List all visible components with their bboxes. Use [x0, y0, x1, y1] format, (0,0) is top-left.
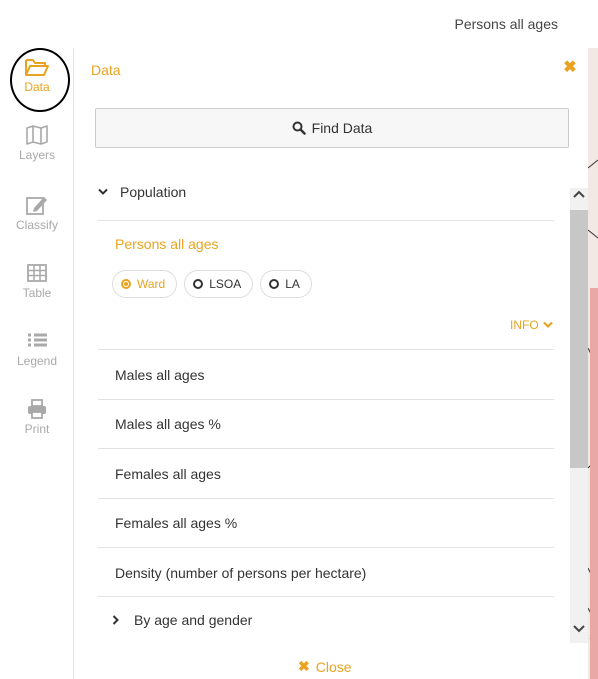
search-icon — [292, 121, 306, 135]
indicator-item[interactable]: Females all ages % — [115, 515, 237, 531]
edit-icon — [26, 197, 47, 215]
rail-label-print: Print — [24, 422, 50, 436]
data-panel: Data ✖ Find Data Population Persons all … — [74, 48, 588, 679]
rail-item-legend[interactable]: Legend — [0, 324, 74, 384]
section-label: Population — [120, 184, 187, 200]
rail-label-table: Table — [22, 286, 52, 300]
divider — [98, 399, 554, 400]
indicator-item[interactable]: Females all ages — [115, 466, 221, 482]
indicator-item[interactable]: Density (number of persons per hectare) — [115, 565, 366, 581]
map-icon — [26, 125, 48, 145]
chevron-down-icon — [98, 188, 108, 195]
geo-option-ward[interactable]: Ward — [112, 270, 178, 298]
geo-option-lsoa[interactable]: LSOA — [184, 270, 254, 298]
rail-item-table[interactable]: Table — [0, 256, 74, 316]
subsection-label: By age and gender — [134, 612, 253, 628]
indicator-item[interactable]: Males all ages % — [115, 416, 221, 432]
close-button[interactable]: ✖ Close — [298, 658, 352, 675]
indicator-list: Population Persons all ages Ward LSOA LA… — [74, 172, 570, 642]
rail-item-classify[interactable]: Classify — [0, 188, 74, 248]
scrollbar[interactable] — [570, 188, 588, 643]
radio-icon — [193, 279, 204, 289]
close-label: Close — [315, 658, 352, 675]
close-icon[interactable]: ✖ — [562, 60, 578, 76]
geo-label: LA — [285, 277, 300, 291]
info-toggle[interactable]: INFO — [510, 318, 553, 332]
geo-option-la[interactable]: LA — [260, 270, 312, 298]
indicator-item[interactable]: Males all ages — [115, 367, 205, 383]
divider — [98, 498, 554, 499]
rail-label-classify: Classify — [15, 218, 58, 232]
rail-label-data: Data — [24, 80, 50, 94]
subsection-age-gender[interactable]: By age and gender — [112, 612, 252, 628]
divider — [98, 448, 554, 449]
rail-item-print[interactable]: Print — [0, 392, 74, 452]
divider — [98, 547, 554, 548]
rail-label-layers: Layers — [18, 148, 56, 162]
chevron-down-icon — [542, 321, 553, 329]
find-data-label: Find Data — [311, 120, 373, 136]
rail-item-data[interactable]: Data — [0, 50, 74, 110]
map-area[interactable] — [588, 48, 598, 679]
find-data-button[interactable]: Find Data — [95, 108, 569, 148]
geography-options: Ward LSOA LA — [112, 270, 312, 298]
rail-item-layers[interactable]: Layers — [0, 118, 74, 178]
divider — [98, 220, 554, 221]
selected-indicator[interactable]: Persons all ages — [115, 236, 219, 252]
close-icon: ✖ — [298, 658, 310, 674]
panel-header: Data ✖ — [74, 48, 588, 88]
divider — [98, 349, 554, 350]
radio-icon — [269, 279, 280, 289]
scroll-up-icon[interactable] — [570, 188, 588, 208]
side-rail: Data Layers Classify Table Legend Print — [0, 48, 74, 679]
scroll-down-icon[interactable] — [570, 623, 588, 643]
chevron-right-icon — [112, 615, 119, 625]
geo-label: LSOA — [209, 277, 242, 291]
divider — [98, 596, 554, 597]
info-label: INFO — [510, 318, 539, 332]
folder-open-icon — [25, 59, 49, 76]
table-icon — [27, 264, 47, 282]
radio-selected-icon — [121, 279, 131, 289]
list-icon — [28, 333, 47, 347]
scroll-thumb[interactable] — [570, 210, 588, 468]
printer-icon — [28, 399, 46, 419]
panel-title: Data — [91, 62, 121, 78]
rail-label-legend: Legend — [16, 354, 58, 368]
geo-label: Ward — [137, 277, 166, 291]
map-title: Persons all ages — [454, 16, 558, 32]
section-population[interactable]: Population — [98, 184, 186, 200]
